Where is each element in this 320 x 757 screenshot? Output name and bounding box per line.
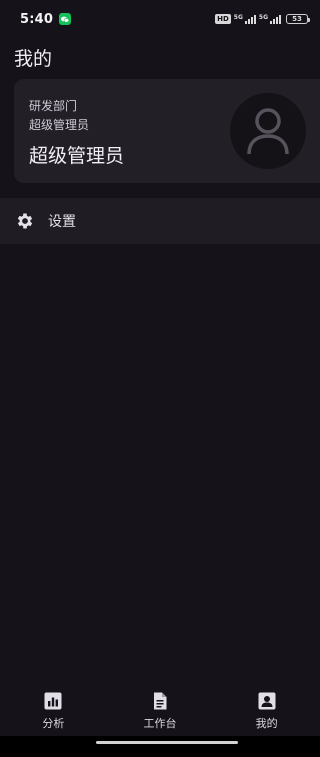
- bottom-tab-bar: 分析 工作台 我的: [0, 684, 320, 736]
- status-time: 5:40: [20, 11, 54, 27]
- status-right: HD 5G 5G 53: [215, 13, 310, 24]
- tab-label: 工作台: [143, 717, 177, 730]
- settings-label: 设置: [48, 214, 76, 230]
- home-indicator[interactable]: [96, 741, 238, 744]
- app-screen: 5:40 HD 5G 5G 53 我的 研发部门 超级管理员 超级管理员 设置 …: [0, 0, 320, 757]
- signal-bar: [276, 16, 278, 24]
- status-bar: 5:40 HD 5G 5G 53: [0, 0, 320, 38]
- contact-icon: [258, 692, 276, 710]
- signal-bar: [279, 14, 281, 24]
- battery-level: 53: [292, 15, 302, 23]
- signal-bar: [250, 16, 253, 24]
- tab-analysis[interactable]: 分析: [0, 684, 107, 736]
- tab-workbench[interactable]: 工作台: [107, 684, 214, 736]
- signal-bar: [253, 14, 256, 24]
- wechat-notification-icon: [59, 13, 72, 25]
- tab-label: 我的: [255, 717, 278, 730]
- signal-icon-sim1: 5G: [233, 13, 256, 24]
- signal-bar: [244, 20, 247, 24]
- chart-icon: [44, 692, 62, 710]
- department-label: 研发部门: [29, 99, 78, 113]
- tab-mine[interactable]: 我的: [213, 684, 320, 736]
- hd-badge: HD: [215, 14, 231, 24]
- status-left: 5:40: [20, 11, 72, 27]
- user-name: 超级管理员: [29, 145, 125, 167]
- signal-icon-sim2: 5G: [258, 13, 281, 24]
- page-title: 我的: [14, 48, 53, 70]
- gear-icon: [15, 211, 35, 231]
- network-type-label: 5G: [258, 13, 268, 21]
- signal-bar: [270, 20, 272, 24]
- battery-icon: 53: [286, 14, 310, 24]
- document-icon: [151, 692, 169, 710]
- signal-bar: [273, 18, 275, 24]
- tab-label: 分析: [42, 717, 65, 730]
- role-label: 超级管理员: [29, 118, 90, 132]
- network-type-label: 5G: [233, 13, 243, 21]
- user-avatar-icon[interactable]: [230, 93, 306, 169]
- gesture-area: [0, 736, 320, 757]
- profile-card[interactable]: 研发部门 超级管理员 超级管理员: [14, 79, 320, 183]
- signal-bar: [247, 18, 250, 24]
- settings-row[interactable]: 设置: [0, 198, 320, 244]
